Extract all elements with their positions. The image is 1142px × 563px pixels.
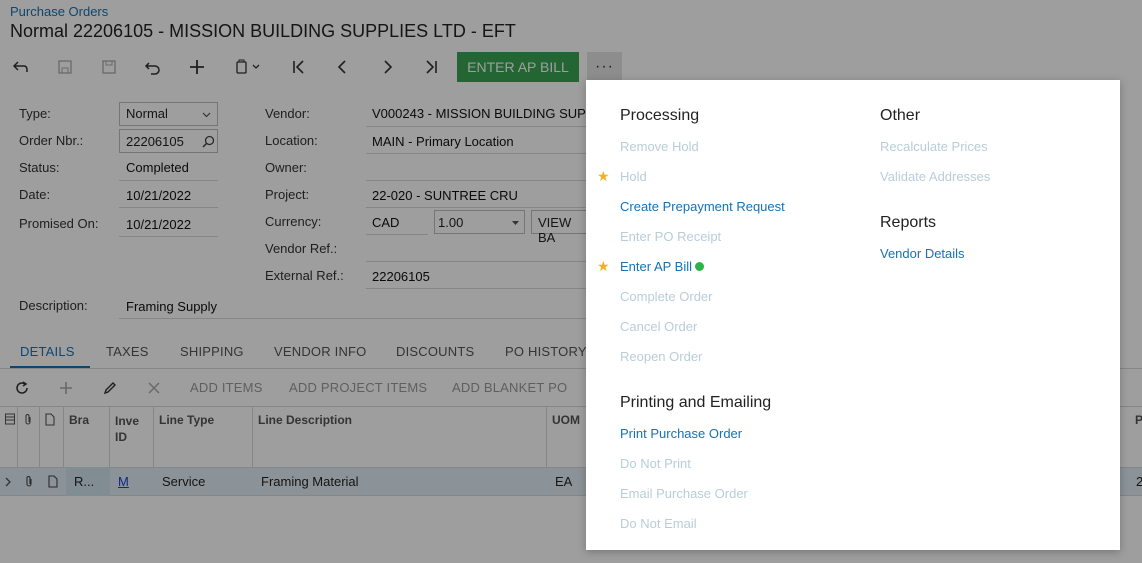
menu-enter-po-receipt[interactable]: Enter PO Receipt — [620, 229, 721, 244]
menu-do-not-print[interactable]: Do Not Print — [620, 456, 691, 471]
menu-enter-ap-bill[interactable]: Enter AP Bill — [620, 259, 705, 274]
other-heading: Other — [880, 107, 921, 124]
menu-remove-hold[interactable]: Remove Hold — [620, 139, 699, 154]
reports-heading: Reports — [880, 214, 937, 231]
menu-complete-order[interactable]: Complete Order — [620, 289, 712, 304]
menu-print-purchase-order[interactable]: Print Purchase Order — [620, 426, 742, 441]
menu-enter-ap-bill-label: Enter AP Bill — [620, 259, 693, 274]
processing-heading: Processing — [620, 107, 700, 124]
menu-recalculate-prices[interactable]: Recalculate Prices — [880, 139, 988, 154]
menu-create-prepayment-request[interactable]: Create Prepayment Request — [620, 199, 785, 214]
menu-hold[interactable]: Hold — [620, 169, 647, 184]
menu-email-purchase-order[interactable]: Email Purchase Order — [620, 486, 748, 501]
star-icon: ★ — [597, 258, 610, 274]
more-actions-menu: Processing Remove Hold ★ Hold Create Pre… — [586, 80, 1120, 550]
menu-validate-addresses[interactable]: Validate Addresses — [880, 169, 990, 184]
status-dot-icon — [695, 262, 705, 272]
printing-emailing-heading: Printing and Emailing — [620, 394, 772, 411]
star-icon: ★ — [597, 168, 610, 184]
menu-reopen-order[interactable]: Reopen Order — [620, 349, 702, 364]
menu-vendor-details[interactable]: Vendor Details — [880, 246, 965, 261]
menu-do-not-email[interactable]: Do Not Email — [620, 516, 697, 531]
menu-cancel-order[interactable]: Cancel Order — [620, 319, 697, 334]
